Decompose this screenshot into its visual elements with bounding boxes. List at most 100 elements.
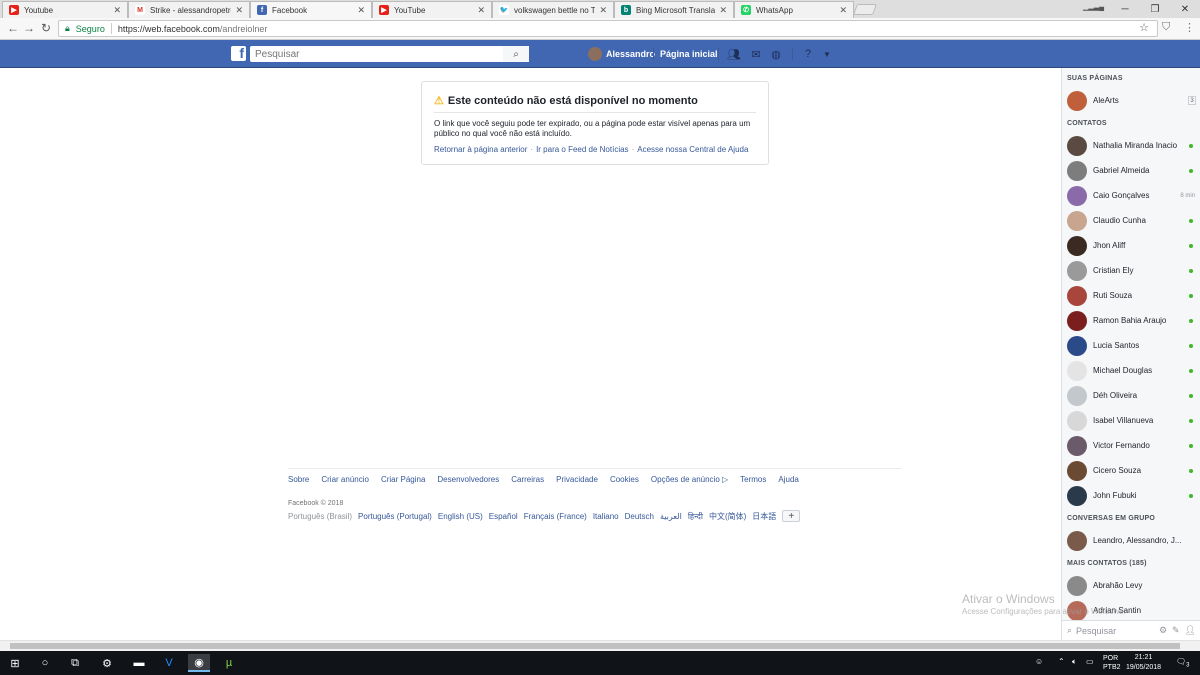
forward-arrow-icon[interactable]: → (22, 21, 36, 35)
tab-gmail[interactable]: M Strike - alessandropetron ✕ (128, 1, 250, 18)
footer-link-ad-choices[interactable]: Opções de anúncio ▷ (651, 475, 728, 484)
contact-item[interactable]: Victor Fernando (1062, 433, 1200, 458)
messenger-icon[interactable]: ✉ (749, 47, 763, 61)
minimize-icon[interactable]: ─ (1110, 0, 1140, 18)
vegas-icon[interactable]: V (158, 654, 180, 672)
close-icon[interactable]: ✕ (235, 5, 243, 16)
compose-icon[interactable]: ✎ (1172, 625, 1180, 636)
contact-item[interactable]: Isabel Villanueva (1062, 408, 1200, 433)
contact-item[interactable]: Gabriel Almeida (1062, 158, 1200, 183)
cortana-icon[interactable]: ○ (34, 654, 56, 672)
contact-item[interactable]: Nathalia Miranda Inacio (1062, 133, 1200, 158)
add-people-icon[interactable]: 👤︎ (1185, 625, 1196, 636)
new-tab-button[interactable] (852, 4, 878, 15)
youtube-icon: ▶ (379, 5, 389, 15)
horizontal-scrollbar[interactable] (0, 640, 1200, 651)
scrollbar-thumb[interactable] (10, 643, 1180, 649)
help-icon[interactable]: ? (801, 47, 815, 61)
chevron-up-icon[interactable]: ⌃ (1058, 657, 1065, 666)
file-explorer-icon[interactable]: ▬ (128, 654, 150, 672)
help-center-link[interactable]: Acesse nossa Central de Ajuda (637, 145, 748, 154)
language-link[interactable]: Português (Portugal) (358, 512, 432, 521)
people-icon[interactable]: ☺ (1035, 657, 1043, 666)
tab-twitter[interactable]: 🐦 volkswagen bettle no Tw ✕ (492, 1, 614, 18)
profile-link[interactable]: Alessandro (588, 47, 655, 61)
footer-link-create-page[interactable]: Criar Página (381, 475, 425, 484)
tab-youtube-2[interactable]: ▶ YouTube ✕ (372, 1, 492, 18)
address-bar[interactable]: 🔒︎ Seguro https://web.facebook.com/andre… (58, 20, 1158, 37)
footer-link-help[interactable]: Ajuda (778, 475, 798, 484)
group-conversation-item[interactable]: Leandro, Alessandro, J... (1062, 528, 1200, 553)
chrome-icon[interactable]: ◉ (188, 654, 210, 672)
close-icon[interactable]: ✕ (477, 5, 485, 16)
contact-item[interactable]: John Fubuki (1062, 483, 1200, 508)
profile-chip[interactable]: ▁▂▃▄ (1083, 3, 1104, 11)
footer-link-developers[interactable]: Desenvolvedores (437, 475, 499, 484)
more-languages-button[interactable]: + (782, 510, 801, 522)
search-icon[interactable]: ⌕ (503, 46, 529, 62)
tab-bing-translator[interactable]: b Bing Microsoft Translator ✕ (614, 1, 734, 18)
page-item[interactable]: AleArts 3 (1062, 88, 1200, 113)
close-icon[interactable]: ✕ (113, 5, 121, 16)
menu-dots-icon[interactable]: ⋮ (1184, 21, 1195, 34)
language-link[interactable]: Deutsch (625, 512, 654, 521)
news-feed-link[interactable]: Ir para o Feed de Notícias (536, 145, 629, 154)
task-view-icon[interactable]: ⧉ (64, 654, 86, 672)
contact-item[interactable]: Lucia Santos (1062, 333, 1200, 358)
gear-icon[interactable]: ⚙ (1159, 625, 1167, 636)
extension-shield-icon[interactable]: ⛉ (1162, 21, 1170, 34)
language-link[interactable]: العربية (660, 512, 682, 521)
reload-icon[interactable]: ↻ (39, 21, 53, 35)
chevron-down-icon[interactable]: ▼ (820, 47, 834, 61)
home-link[interactable]: Página inicial (660, 49, 718, 59)
volume-icon[interactable]: 🔈︎ (1072, 657, 1077, 667)
clock[interactable]: 21:21 19/05/2018 (1126, 653, 1161, 673)
contact-item[interactable]: Claudio Cunha (1062, 208, 1200, 233)
action-center-icon[interactable]: 🗨︎3 (1176, 657, 1190, 669)
restore-icon[interactable]: ❐ (1140, 0, 1170, 18)
back-link[interactable]: Retornar à página anterior (434, 145, 527, 154)
language-link[interactable]: Français (France) (524, 512, 587, 521)
bookmark-star-icon[interactable]: ☆ (1139, 21, 1149, 34)
close-icon[interactable]: ✕ (719, 5, 727, 16)
input-language[interactable]: POR PTB2 (1103, 654, 1121, 672)
footer-link-create-ad[interactable]: Criar anúncio (321, 475, 369, 484)
tab-whatsapp[interactable]: ✆ WhatsApp ✕ (734, 1, 854, 18)
close-icon[interactable]: ✕ (357, 5, 365, 16)
windows-start-icon[interactable]: ⊞ (4, 654, 26, 672)
language-link[interactable]: 中文(简体) (709, 511, 746, 522)
close-window-icon[interactable]: ✕ (1170, 0, 1200, 18)
contact-item[interactable]: Ramon Bahia Araujo (1062, 308, 1200, 333)
language-link[interactable]: 日本語 (752, 511, 776, 522)
contact-item[interactable]: Déh Oliveira (1062, 383, 1200, 408)
friend-requests-icon[interactable]: 👥︎ (727, 47, 741, 61)
back-arrow-icon[interactable]: ← (6, 21, 20, 35)
tab-youtube[interactable]: ▶ Youtube ✕ (2, 1, 128, 18)
footer-link-terms[interactable]: Termos (740, 475, 766, 484)
chat-search[interactable]: ⌕ Pesquisar ⚙ ✎ 👤︎ (1061, 620, 1200, 640)
language-link[interactable]: हिन्दी (688, 511, 703, 522)
search-input[interactable] (250, 46, 529, 62)
notifications-globe-icon[interactable]: ◍ (769, 47, 783, 61)
utorrent-icon[interactable]: µ (218, 654, 240, 672)
language-link[interactable]: Español (489, 512, 518, 521)
network-icon[interactable]: ▭ (1086, 657, 1094, 666)
tab-facebook[interactable]: f Facebook ✕ (250, 1, 372, 18)
close-icon[interactable]: ✕ (599, 5, 607, 16)
steam-icon[interactable]: ⚙ (96, 654, 118, 672)
online-status-dot (1189, 219, 1193, 223)
footer-link-privacy[interactable]: Privacidade (556, 475, 598, 484)
contact-item[interactable]: Cristian Ely (1062, 258, 1200, 283)
contact-item[interactable]: Ruti Souza (1062, 283, 1200, 308)
contact-item[interactable]: Caio Gonçalves 8 min (1062, 183, 1200, 208)
contact-item[interactable]: Michael Douglas (1062, 358, 1200, 383)
facebook-logo-icon[interactable]: f (231, 46, 246, 61)
close-icon[interactable]: ✕ (839, 5, 847, 16)
contact-item[interactable]: Cicero Souza (1062, 458, 1200, 483)
footer-link-careers[interactable]: Carreiras (511, 475, 544, 484)
language-link[interactable]: English (US) (438, 512, 483, 521)
footer-link-about[interactable]: Sobre (288, 475, 309, 484)
footer-link-cookies[interactable]: Cookies (610, 475, 639, 484)
language-link[interactable]: Italiano (593, 512, 619, 521)
contact-item[interactable]: Jhon Aliff (1062, 233, 1200, 258)
